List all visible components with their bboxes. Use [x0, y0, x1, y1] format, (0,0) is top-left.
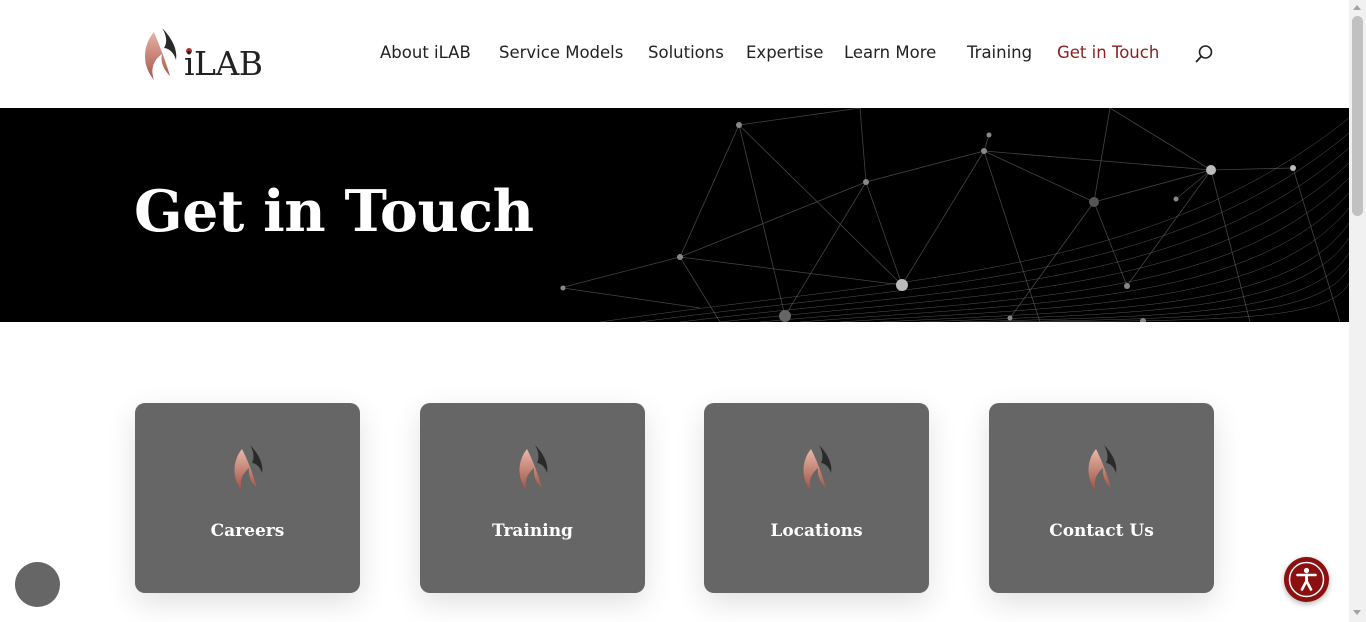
site-logo[interactable]: iLAB: [140, 24, 280, 84]
nav-item-solutions[interactable]: Solutions: [648, 43, 724, 62]
scroll-down-icon[interactable]: [1353, 610, 1361, 615]
nav-item-get-in-touch[interactable]: Get in Touch: [1057, 43, 1159, 62]
hero-banner: Get in Touch: [0, 108, 1349, 322]
flame-icon: [803, 445, 832, 491]
flame-icon: [1088, 445, 1117, 491]
nav-item-expertise[interactable]: Expertise: [746, 43, 823, 62]
page-scrollbar[interactable]: [1349, 0, 1366, 622]
nav-item-service-models[interactable]: Service Models: [499, 43, 623, 62]
card-label: Careers: [210, 521, 285, 541]
card-contact-us[interactable]: Contact Us: [989, 403, 1214, 593]
scroll-thumb[interactable]: [1352, 16, 1363, 216]
card-label: Training: [492, 521, 573, 541]
nav-item-learn-more[interactable]: Learn More: [844, 43, 936, 62]
page-title: Get in Touch: [134, 178, 534, 245]
accessibility-button[interactable]: [1284, 557, 1329, 602]
flame-icon: [519, 445, 548, 491]
search-icon[interactable]: [1194, 44, 1214, 64]
logo-text: iLAB: [184, 44, 263, 83]
nav-item-about[interactable]: About iLAB: [380, 43, 471, 62]
card-careers[interactable]: Careers: [135, 403, 360, 593]
chat-bubble-button[interactable]: [15, 562, 60, 607]
scroll-up-icon[interactable]: [1353, 5, 1361, 10]
card-label: Locations: [770, 521, 863, 541]
card-training[interactable]: Training: [420, 403, 645, 593]
nav-item-training[interactable]: Training: [967, 43, 1032, 62]
site-header: iLAB About iLAB Service Models Solutions…: [0, 0, 1349, 108]
flame-icon: [234, 445, 263, 491]
card-label: Contact Us: [1049, 521, 1154, 541]
card-locations[interactable]: Locations: [704, 403, 929, 593]
accessibility-icon: [1288, 561, 1325, 598]
flame-logo-icon: [145, 28, 177, 80]
link-cards: Careers Training Locations Contact Us: [0, 322, 1349, 622]
